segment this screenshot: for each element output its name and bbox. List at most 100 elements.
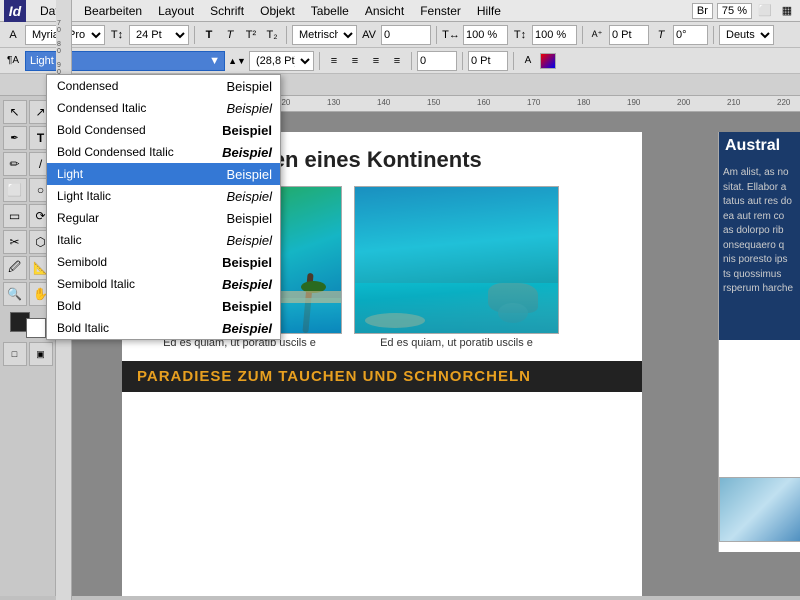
menu-bar: Id Datei Bearbeiten Layout Schrift Objek… [0,0,800,22]
font-item-preview: Beispiel [226,167,272,182]
ruler-mark: 150 [427,98,440,107]
separator [194,26,195,44]
ruler-mark: 140 [377,98,390,107]
font-style-label: Light [30,55,54,67]
align-center-icon[interactable]: ≡ [346,52,364,70]
photo-2: Ed es quiam, ut poratib uscils e [354,186,559,352]
font-dropdown-item-condensed-italic[interactable]: Condensed ItalicBeispiel [47,97,280,119]
tracking-input[interactable] [417,51,457,71]
menu-schrift[interactable]: Schrift [202,2,252,20]
superscript-icon[interactable]: T² [242,26,260,44]
font-dropdown-item-bold-italic[interactable]: Bold ItalicBeispiel [47,317,280,339]
font-dropdown-item-italic[interactable]: ItalicBeispiel [47,229,280,251]
bridge-button[interactable]: Br [692,3,713,19]
menu-bearbeiten[interactable]: Bearbeiten [76,2,150,20]
subscript-icon[interactable]: T₂ [263,26,281,44]
skew-icon[interactable]: T [652,26,670,44]
separator3 [436,26,437,44]
preview-mode[interactable]: ▣ [29,342,53,366]
ruler-mark: 130 [327,98,340,107]
screen-mode-icon[interactable]: ▦ [778,2,796,20]
font-item-name: Bold [57,299,222,313]
font-dropdown-item-regular[interactable]: RegularBeispiel [47,207,280,229]
align-right-icon[interactable]: ≡ [367,52,385,70]
selection-tool[interactable]: ↖ [3,100,27,124]
normal-mode[interactable]: □ [3,342,27,366]
scale-x-icon[interactable]: T↔ [442,26,460,44]
font-item-name: Semibold Italic [57,277,222,291]
font-size-select2[interactable]: (28,8 Pt) [249,51,314,71]
scale-y-icon[interactable]: T↕ [511,26,529,44]
toolbar-paragraph: ¶A Light ▼ ▲▼ (28,8 Pt) ≡ ≡ ≡ ≡ A [0,48,800,74]
separator7 [411,52,412,70]
pen-tool[interactable]: ✒ [3,126,27,150]
font-dropdown-item-semibold[interactable]: SemiboldBeispiel [47,251,280,273]
font-item-name: Light Italic [57,189,226,203]
banner-text: PARADIESE ZUM TAUCHEN UND SCHNORCHELN [137,368,531,385]
unit-select[interactable]: Metrisch [292,25,357,45]
font-item-preview: Beispiel [222,145,272,160]
align-left-icon[interactable]: ≡ [325,52,343,70]
font-family-icon[interactable]: T↕ [108,26,126,44]
kerning-input[interactable] [381,25,431,45]
menu-fenster[interactable]: Fenster [412,2,469,20]
font-size-select[interactable]: 24 Pt [129,25,189,45]
rect-tool[interactable]: ▭ [3,204,27,228]
menu-tabelle[interactable]: Tabelle [303,2,357,20]
font-item-preview: Beispiel [226,101,272,116]
color-fill-icon[interactable]: A [519,52,537,70]
scale-x-input[interactable] [463,25,508,45]
skew-input[interactable] [673,25,708,45]
font-item-preview: Beispiel [226,233,272,248]
menu-ansicht[interactable]: Ansicht [357,2,412,20]
view-row: □ ▣ [2,342,53,366]
kerning-icon[interactable]: AV [360,26,378,44]
font-item-name: Bold Italic [57,321,222,335]
font-dropdown-item-bold-condensed-italic[interactable]: Bold Condensed ItalicBeispiel [47,141,280,163]
font-item-name: Regular [57,211,226,225]
para-style-icon[interactable]: ¶A [4,52,22,70]
sidebar-text: Am alist, as no sitat. Ellabor a tatus a… [719,160,800,340]
eyedropper-tool[interactable]: 🖉 [3,256,27,280]
font-dropdown-item-light-italic[interactable]: Light ItalicBeispiel [47,185,280,207]
font-dropdown-item-bold-condensed[interactable]: Bold CondensedBeispiel [47,119,280,141]
align-justify-icon[interactable]: ≡ [388,52,406,70]
zoom-tool[interactable]: 🔍 [3,282,27,306]
font-dropdown-item-bold[interactable]: BoldBeispiel [47,295,280,317]
menu-objekt[interactable]: Objekt [252,2,303,20]
font-item-name: Italic [57,233,226,247]
scissors-tool[interactable]: ✂ [3,230,27,254]
background-color[interactable] [26,318,46,338]
font-item-preview: Beispiel [226,211,272,226]
scale-y-input[interactable] [532,25,577,45]
pencil-tool[interactable]: ✏ [3,152,27,176]
ruler-mark: 220 [777,98,790,107]
ruler-mark: 160 [477,98,490,107]
rect-frame-tool[interactable]: ⬜ [3,178,27,202]
toolbar-character: A Myriad Pro T↕ 24 Pt T T T² T₂ Metrisch… [0,22,800,48]
font-dropdown-item-light[interactable]: LightBeispiel [47,163,280,185]
indent-input[interactable] [468,51,508,71]
language-select[interactable]: Deutsch [719,25,774,45]
font-style-select[interactable]: Light ▼ [25,51,225,71]
baseline-icon[interactable]: A⁺ [588,26,606,44]
font-item-preview: Beispiel [222,299,272,314]
separator2 [286,26,287,44]
zoom-level[interactable]: 75 % [717,3,752,19]
italic-icon[interactable]: T [221,26,239,44]
menu-layout[interactable]: Layout [150,2,202,20]
menu-hilfe[interactable]: Hilfe [469,2,509,20]
font-item-name: Light [57,167,226,181]
font-style-up-icon[interactable]: ▲▼ [228,52,246,70]
char-style-icon[interactable]: A [4,26,22,44]
view-mode-icon[interactable]: ⬜ [756,2,774,20]
color-swatch[interactable] [540,53,556,69]
font-item-preview: Beispiel [226,189,272,204]
font-dropdown-item-semibold-italic[interactable]: Semibold ItalicBeispiel [47,273,280,295]
font-dropdown-item-condensed[interactable]: CondensedBeispiel [47,75,280,97]
ruler-mark: 180 [577,98,590,107]
bold-icon[interactable]: T [200,26,218,44]
baseline-input[interactable] [609,25,649,45]
right-sidebar: Austral Am alist, as no sitat. Ellabor a… [718,132,800,552]
sidebar-title: Austral [719,132,800,160]
